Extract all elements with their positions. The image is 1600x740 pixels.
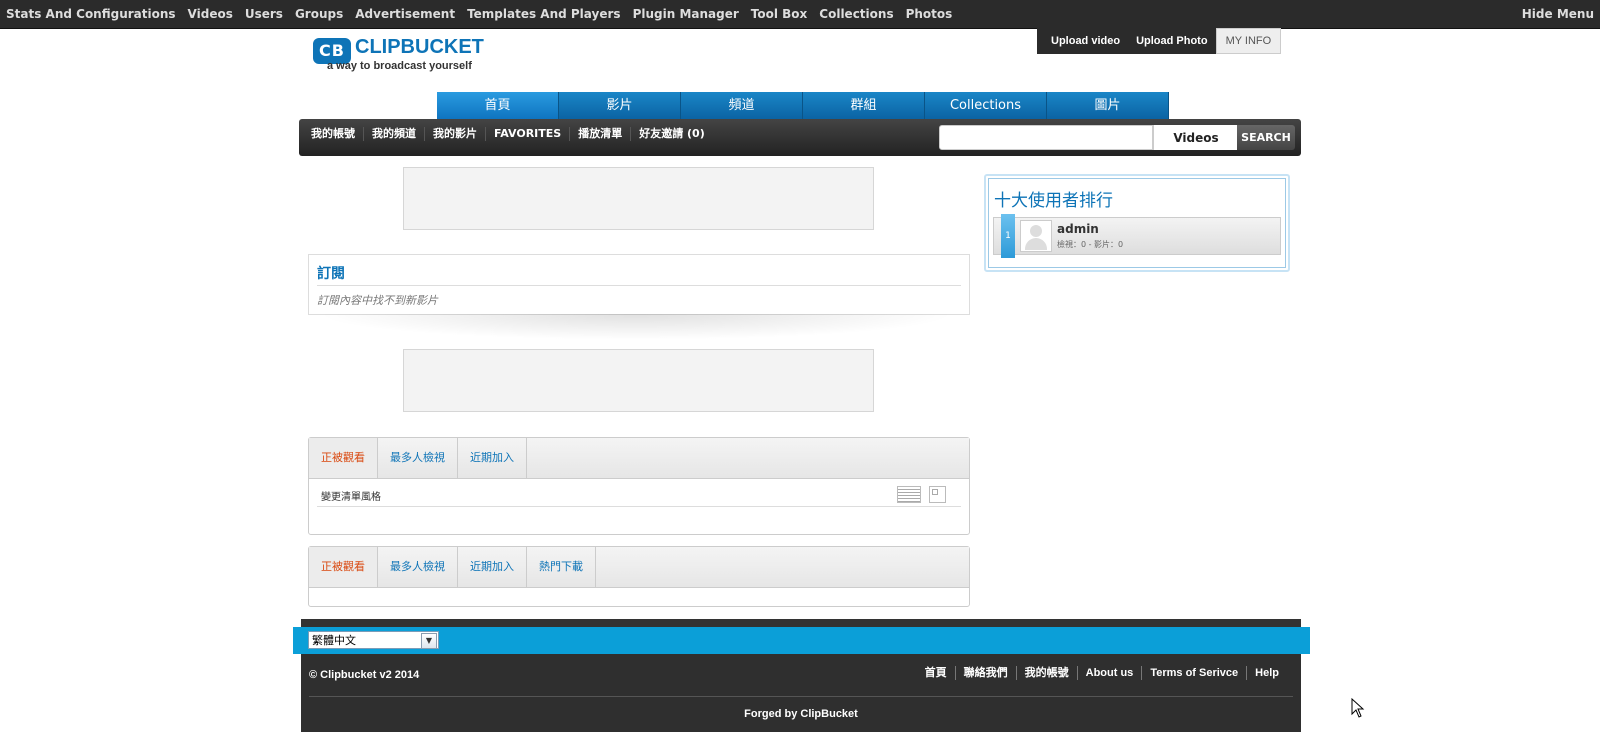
grid-view-icon[interactable] (929, 486, 946, 503)
nav-tab-collections[interactable]: Collections (925, 92, 1047, 119)
mouse-cursor-icon (1351, 698, 1365, 718)
copyright: © Clipbucket v2 2014 (309, 669, 420, 681)
tab-top-downloads[interactable]: 熱門下載 (527, 547, 596, 587)
sub-nav-bar: 我的帳號 我的頻道 我的影片 FAVORITES 播放清單 好友邀請 (0) V… (299, 119, 1301, 156)
my-info-button[interactable]: MY INFO (1215, 28, 1282, 54)
logo-tagline: a way to broadcast yourself (327, 60, 472, 72)
admin-bar: Stats And Configurations Videos Users Gr… (0, 0, 1600, 29)
upload-video-button[interactable]: Upload video (1037, 28, 1129, 54)
admin-menu-toolbox[interactable]: Tool Box (745, 0, 814, 28)
user-name[interactable]: admin (1057, 222, 1099, 236)
subscriptions-message: 訂閱內容中找不到新影片 (317, 294, 438, 307)
forged-by: Forged by ClipBucket (744, 708, 858, 720)
divider (317, 285, 961, 286)
admin-menu-videos[interactable]: Videos (182, 0, 239, 28)
footer-link-terms[interactable]: Terms of Serivce (1141, 666, 1246, 680)
sub-nav-favorites[interactable]: FAVORITES (486, 127, 571, 141)
subscriptions-box: 訂閱 訂閱內容中找不到新影片 (308, 254, 970, 315)
list-view-icon[interactable] (897, 486, 921, 503)
chevron-down-icon[interactable]: ▼ (421, 633, 437, 649)
nav-tab-groups[interactable]: 群組 (803, 92, 925, 119)
logo-name: CLIPBUCKET (355, 36, 484, 58)
footer-link-help[interactable]: Help (1246, 666, 1287, 680)
sub-nav-my-account[interactable]: 我的帳號 (303, 127, 364, 141)
admin-menu-templates[interactable]: Templates And Players (461, 0, 627, 28)
search-input[interactable] (939, 125, 1153, 150)
footer: © Clipbucket v2 2014 首頁 聯絡我們 我的帳號 About … (301, 654, 1301, 732)
sub-nav-friend-invites[interactable]: 好友邀請 (0) (631, 127, 713, 141)
admin-menu-collections[interactable]: Collections (813, 0, 899, 28)
sub-nav: 我的帳號 我的頻道 我的影片 FAVORITES 播放清單 好友邀請 (0) (303, 119, 713, 149)
upload-photo-button[interactable]: Upload Photo (1128, 28, 1216, 54)
admin-menu-plugins[interactable]: Plugin Manager (627, 0, 745, 28)
hide-menu-link[interactable]: Hide Menu (1522, 0, 1594, 28)
footer-link-home[interactable]: 首頁 (917, 666, 955, 680)
tab-most-viewed[interactable]: 最多人檢視 (378, 438, 458, 478)
admin-menu-photos[interactable]: Photos (900, 0, 959, 28)
admin-menu-stats[interactable]: Stats And Configurations (0, 0, 182, 28)
videos-tab-box: 正被觀看 最多人檢視 近期加入 變更清單風格 (308, 437, 970, 535)
admin-menu-users[interactable]: Users (239, 0, 289, 28)
avatar-icon[interactable] (1020, 220, 1052, 252)
tab-recently-added[interactable]: 近期加入 (458, 438, 527, 478)
user-buttons: Upload video Upload Photo MY INFO (1037, 28, 1282, 54)
footer-links: 首頁 聯絡我們 我的帳號 About us Terms of Serivce H… (917, 666, 1287, 680)
nav-tab-videos[interactable]: 影片 (559, 92, 681, 119)
sub-nav-my-videos[interactable]: 我的影片 (425, 127, 486, 141)
admin-menu: Stats And Configurations Videos Users Gr… (0, 0, 958, 28)
sub-nav-my-channel[interactable]: 我的頻道 (364, 127, 425, 141)
nav-tab-channels[interactable]: 頻道 (681, 92, 803, 119)
admin-menu-advertisement[interactable]: Advertisement (349, 0, 461, 28)
footer-link-contact[interactable]: 聯絡我們 (954, 666, 1016, 680)
box-shadow (316, 314, 956, 340)
sub-nav-playlists[interactable]: 播放清單 (570, 127, 632, 141)
tab-being-watched-2[interactable]: 正被觀看 (309, 547, 378, 587)
language-select[interactable]: 繁體中文 ▼ (308, 631, 439, 649)
videos-tabs-2: 正被觀看 最多人檢視 近期加入 熱門下載 (309, 547, 969, 588)
main-nav: 首頁 影片 頻道 群組 Collections 圖片 (437, 92, 1169, 119)
rank-badge: 1 (1001, 214, 1015, 258)
videos-tab-box-2: 正被觀看 最多人檢視 近期加入 熱門下載 (308, 546, 970, 607)
admin-menu-groups[interactable]: Groups (289, 0, 349, 28)
footer-link-my-account[interactable]: 我的帳號 (1015, 666, 1077, 680)
nav-tab-photos[interactable]: 圖片 (1047, 92, 1169, 119)
ad-banner-middle (403, 349, 874, 412)
top-users-inner: 十大使用者排行 1 admin 檢視：0 - 影片：0 (988, 178, 1286, 268)
site-logo[interactable]: CB CLIPBUCKET a way to broadcast yoursel… (313, 36, 493, 76)
footer-link-about[interactable]: About us (1076, 666, 1142, 680)
footer-top-bar (301, 619, 1301, 627)
footer-divider (309, 696, 1293, 697)
tab-most-viewed-2[interactable]: 最多人檢視 (378, 547, 458, 587)
nav-tab-home[interactable]: 首頁 (437, 92, 559, 119)
subscriptions-title: 訂閱 (317, 266, 345, 282)
list-style-row: 變更清單風格 (317, 482, 961, 507)
tab-being-watched[interactable]: 正被觀看 (309, 438, 378, 478)
list-style-label: 變更清單風格 (321, 492, 381, 503)
top-users-title: 十大使用者排行 (994, 191, 1113, 211)
search-type-select[interactable]: Videos (1153, 125, 1238, 150)
ad-banner-top (403, 167, 874, 230)
user-stats: 檢視：0 - 影片：0 (1057, 240, 1124, 249)
search-button[interactable]: SEARCH (1237, 125, 1295, 150)
tab-recently-added-2[interactable]: 近期加入 (458, 547, 527, 587)
top-user-row[interactable]: 1 admin 檢視：0 - 影片：0 (993, 214, 1281, 258)
videos-tabs: 正被觀看 最多人檢視 近期加入 (309, 438, 969, 479)
footer-language-bar: 繁體中文 ▼ (293, 627, 1310, 654)
language-value: 繁體中文 (312, 634, 356, 647)
top-users-box: 十大使用者排行 1 admin 檢視：0 - 影片：0 (984, 174, 1290, 272)
